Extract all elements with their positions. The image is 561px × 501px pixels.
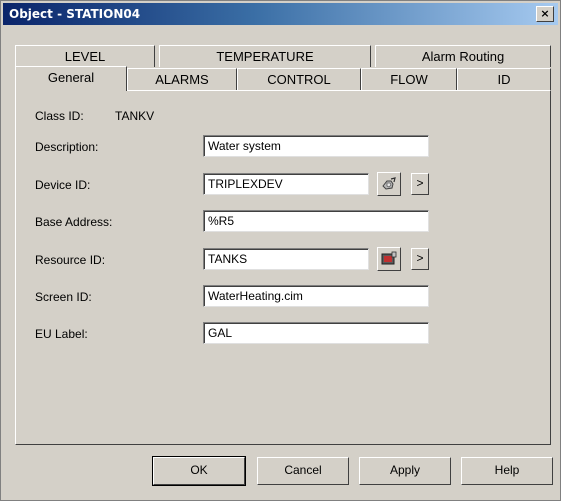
tab-flow[interactable]: FLOW	[361, 68, 457, 90]
device-more-button[interactable]: >	[411, 173, 429, 195]
cancel-button[interactable]: Cancel	[257, 457, 349, 485]
help-button[interactable]: Help	[461, 457, 553, 485]
ok-button[interactable]: OK	[152, 456, 246, 486]
description-field[interactable]: Water system	[203, 135, 429, 157]
tab-alarms[interactable]: ALARMS	[127, 68, 237, 90]
resource-id-field[interactable]: TANKS	[203, 248, 369, 270]
device-browse-icon	[382, 177, 396, 190]
screen-id-label: Screen ID:	[35, 290, 92, 304]
tab-temperature[interactable]: TEMPERATURE	[159, 45, 371, 67]
tab-general[interactable]: General	[15, 66, 127, 91]
resource-browse-icon	[381, 251, 397, 265]
device-id-field[interactable]: TRIPLEXDEV	[203, 173, 369, 195]
close-button[interactable]: ×	[536, 6, 554, 22]
tab-control[interactable]: CONTROL	[237, 68, 361, 90]
resource-more-button[interactable]: >	[411, 248, 429, 270]
device-id-label: Device ID:	[35, 178, 91, 192]
eu-label-field[interactable]: GAL	[203, 322, 429, 344]
description-label: Description:	[35, 140, 99, 154]
resource-id-label: Resource ID:	[35, 253, 106, 267]
object-dialog: Object - STATION04 × LEVEL TEMPERATURE A…	[0, 0, 561, 501]
resource-browse-button[interactable]	[377, 247, 401, 271]
apply-button[interactable]: Apply	[359, 457, 451, 485]
eu-label-label: EU Label:	[35, 327, 88, 341]
title-bar[interactable]: Object - STATION04 ×	[3, 3, 558, 25]
general-panel: Class ID: TANKV Description: Water syste…	[15, 90, 551, 445]
base-address-field[interactable]: %R5	[203, 210, 429, 232]
class-id-value: TANKV	[115, 109, 155, 123]
device-browse-button[interactable]	[377, 172, 401, 196]
class-id-label: Class ID:	[35, 109, 84, 123]
tab-alarm-routing[interactable]: Alarm Routing	[375, 45, 551, 67]
tab-id[interactable]: ID	[457, 68, 551, 90]
window-title: Object - STATION04	[9, 7, 141, 21]
tab-level[interactable]: LEVEL	[15, 45, 155, 67]
base-address-label: Base Address:	[35, 215, 113, 229]
screen-id-field[interactable]: WaterHeating.cim	[203, 285, 429, 307]
